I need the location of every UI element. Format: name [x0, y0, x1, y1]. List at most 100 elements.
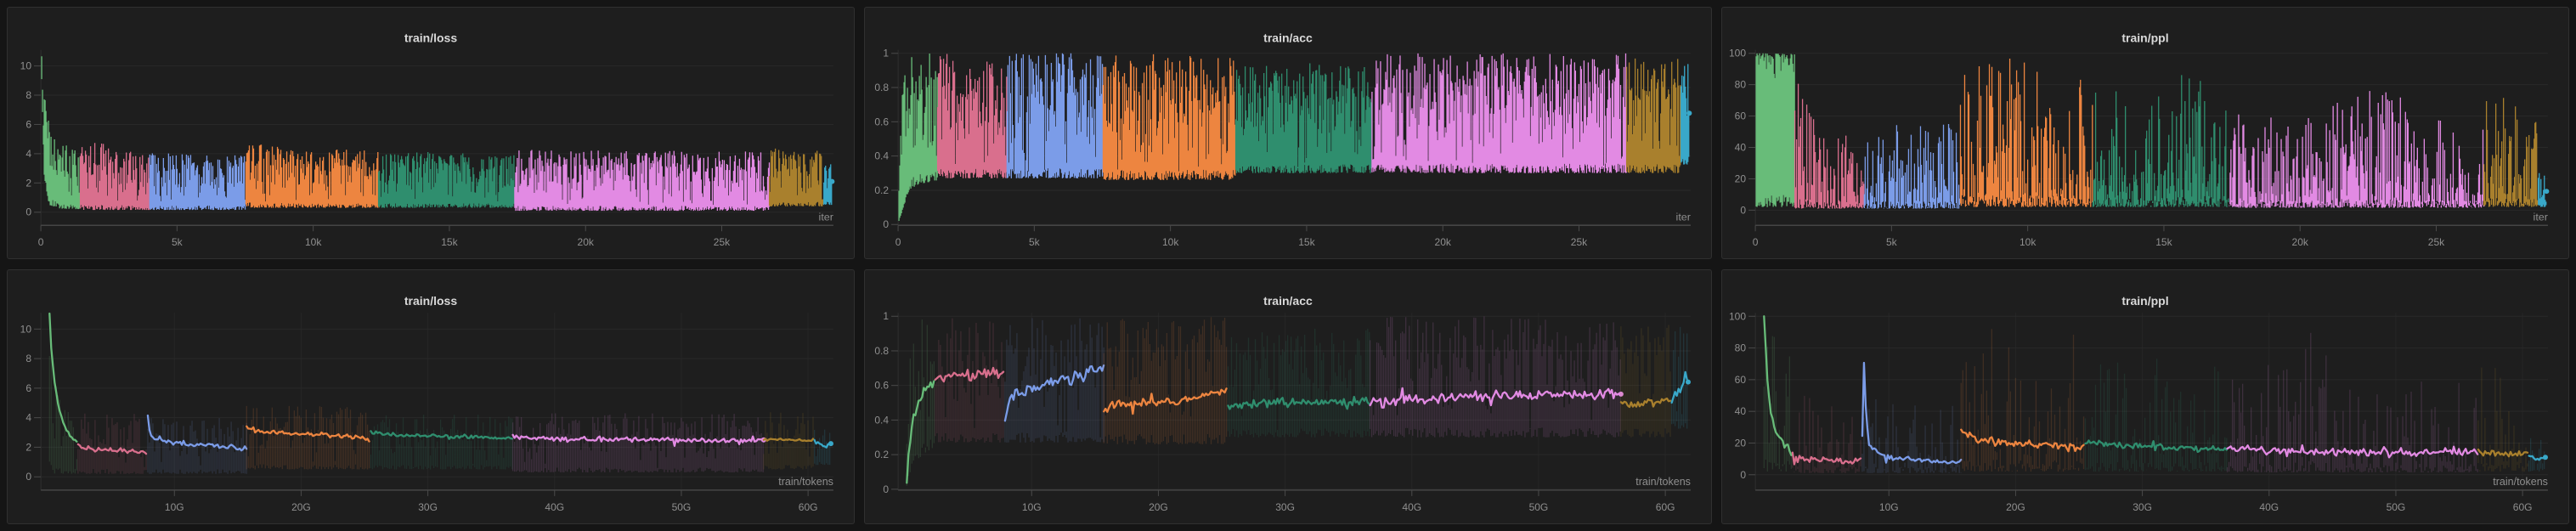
series-run-5 [1228, 329, 1369, 438]
series-run-2 [78, 414, 146, 474]
series-run-6 [2229, 91, 2484, 207]
chart-panel-train-acc-iter: 00.20.40.60.8105k10k15k20k25k train/acc … [864, 7, 1712, 259]
svg-text:30G: 30G [418, 501, 438, 513]
chart-title: train/acc [1263, 31, 1313, 45]
svg-text:4: 4 [25, 412, 31, 424]
svg-text:10: 10 [20, 323, 32, 335]
x-axis-name: train/tokens [778, 476, 833, 488]
svg-text:60G: 60G [799, 501, 818, 513]
series-run-6 [2228, 333, 2478, 472]
series-run-4 [246, 406, 369, 470]
series-run-5 [2085, 359, 2226, 472]
x-axis-name: iter [2534, 211, 2548, 223]
svg-text:10G: 10G [1022, 501, 1042, 513]
series-run-1 [899, 54, 937, 221]
svg-text:80: 80 [1735, 79, 1747, 91]
chart-layer: 024681010G20G30G40G50G60G [20, 313, 833, 513]
chart-canvas-train-loss-tokens[interactable]: 024681010G20G30G40G50G60G train/loss tra… [8, 270, 854, 523]
series-run-8 [2539, 173, 2550, 207]
series-run-6 [515, 150, 770, 211]
svg-text:15k: 15k [1298, 236, 1314, 248]
series-run-3 [150, 154, 245, 211]
svg-text:10k: 10k [1162, 236, 1178, 248]
svg-text:8: 8 [25, 89, 31, 101]
chart-layer: 00.20.40.60.8105k10k15k20k25k [874, 48, 1692, 248]
chart-canvas-train-ppl-iter[interactable]: 02040608010005k10k15k20k25k train/ppl it… [1722, 8, 2568, 258]
chart-canvas-train-acc-iter[interactable]: 00.20.40.60.8105k10k15k20k25k train/acc … [865, 8, 1711, 258]
chart-layer: 024681005k10k15k20k25k [20, 50, 835, 248]
svg-text:0: 0 [25, 471, 31, 483]
svg-text:40: 40 [1735, 405, 1747, 417]
svg-text:20k: 20k [578, 236, 594, 248]
svg-text:40G: 40G [545, 501, 564, 513]
svg-text:20k: 20k [1435, 236, 1451, 248]
svg-text:40G: 40G [2259, 501, 2279, 513]
svg-text:20G: 20G [291, 501, 311, 513]
chart-layer: 02040608010005k10k15k20k25k [1729, 48, 2549, 248]
chart-title: train/ppl [2121, 31, 2168, 45]
series-run-2 [938, 54, 1007, 178]
svg-text:0.4: 0.4 [874, 150, 889, 162]
svg-text:30G: 30G [2133, 501, 2152, 513]
x-axis-name: iter [1676, 211, 1691, 223]
chart-panel-train-acc-tokens: 00.20.40.60.8110G20G30G40G50G60G train/a… [864, 269, 1712, 524]
svg-text:80: 80 [1735, 342, 1747, 354]
svg-text:60G: 60G [2513, 501, 2533, 513]
svg-text:0: 0 [1740, 469, 1746, 481]
svg-text:40: 40 [1735, 142, 1747, 154]
x-axis-name: train/tokens [1635, 476, 1691, 488]
x-axis-name: train/tokens [2493, 476, 2548, 488]
svg-text:6: 6 [25, 382, 31, 394]
svg-text:1: 1 [883, 48, 889, 59]
chart-panel-train-ppl-iter: 02040608010005k10k15k20k25k train/ppl it… [1721, 7, 2569, 259]
chart-canvas-train-acc-tokens[interactable]: 00.20.40.60.8110G20G30G40G50G60G train/a… [865, 270, 1711, 523]
svg-text:0: 0 [1740, 204, 1746, 216]
series-run-6 [1372, 54, 1627, 173]
svg-text:10G: 10G [165, 501, 184, 513]
svg-text:6: 6 [25, 118, 31, 130]
series-run-3 [1005, 318, 1104, 442]
series-run-7 [770, 149, 823, 206]
series-run-2 [935, 319, 1003, 443]
series-run-7 [1627, 59, 1681, 173]
svg-text:100: 100 [1729, 48, 1746, 59]
chart-title: train/loss [404, 31, 458, 45]
series-run-4 [1961, 329, 2083, 472]
series-run-6 [1370, 316, 1624, 437]
chart-panel-train-ppl-tokens: 02040608010010G20G30G40G50G60G train/ppl… [1721, 269, 2569, 524]
series-run-8 [1681, 64, 1692, 164]
svg-text:5k: 5k [172, 236, 183, 248]
chart-panel-train-loss-iter: 024681005k10k15k20k25k train/loss iter [7, 7, 855, 259]
series-run-5 [1236, 64, 1371, 173]
chart-panel-train-loss-tokens: 024681010G20G30G40G50G60G train/loss tra… [7, 269, 855, 524]
series-run-7 [764, 412, 813, 469]
series-run-1 [907, 319, 934, 486]
series-run-5 [370, 415, 511, 469]
svg-text:5k: 5k [1886, 236, 1897, 248]
svg-text:0.2: 0.2 [874, 184, 889, 196]
svg-text:10k: 10k [305, 236, 321, 248]
x-axis-name: iter [819, 211, 833, 223]
svg-text:60: 60 [1735, 110, 1747, 122]
svg-text:20G: 20G [2006, 501, 2025, 513]
svg-text:50G: 50G [1529, 501, 1549, 513]
metrics-dashboard-grid: 024681005k10k15k20k25k train/loss iter 0… [0, 0, 2576, 531]
svg-text:50G: 50G [672, 501, 692, 513]
svg-text:100: 100 [1729, 310, 1746, 322]
svg-text:30G: 30G [1275, 501, 1295, 513]
chart-canvas-train-ppl-tokens[interactable]: 02040608010010G20G30G40G50G60G train/ppl… [1722, 270, 2568, 523]
svg-text:20G: 20G [1149, 501, 1168, 513]
chart-title: train/loss [404, 294, 457, 308]
svg-text:15k: 15k [441, 236, 457, 248]
svg-text:40G: 40G [1402, 501, 1421, 513]
svg-text:0: 0 [25, 206, 31, 218]
svg-text:0: 0 [883, 483, 889, 495]
series-run-8 [824, 164, 835, 205]
svg-text:25k: 25k [1571, 236, 1587, 248]
chart-layer: 00.20.40.60.8110G20G30G40G50G60G [874, 310, 1691, 513]
series-run-5 [2093, 75, 2229, 206]
svg-text:20: 20 [1735, 172, 1747, 184]
series-run-7 [2478, 368, 2528, 472]
chart-canvas-train-loss-iter[interactable]: 024681005k10k15k20k25k train/loss iter [8, 8, 854, 258]
series-run-7 [1621, 325, 1670, 438]
